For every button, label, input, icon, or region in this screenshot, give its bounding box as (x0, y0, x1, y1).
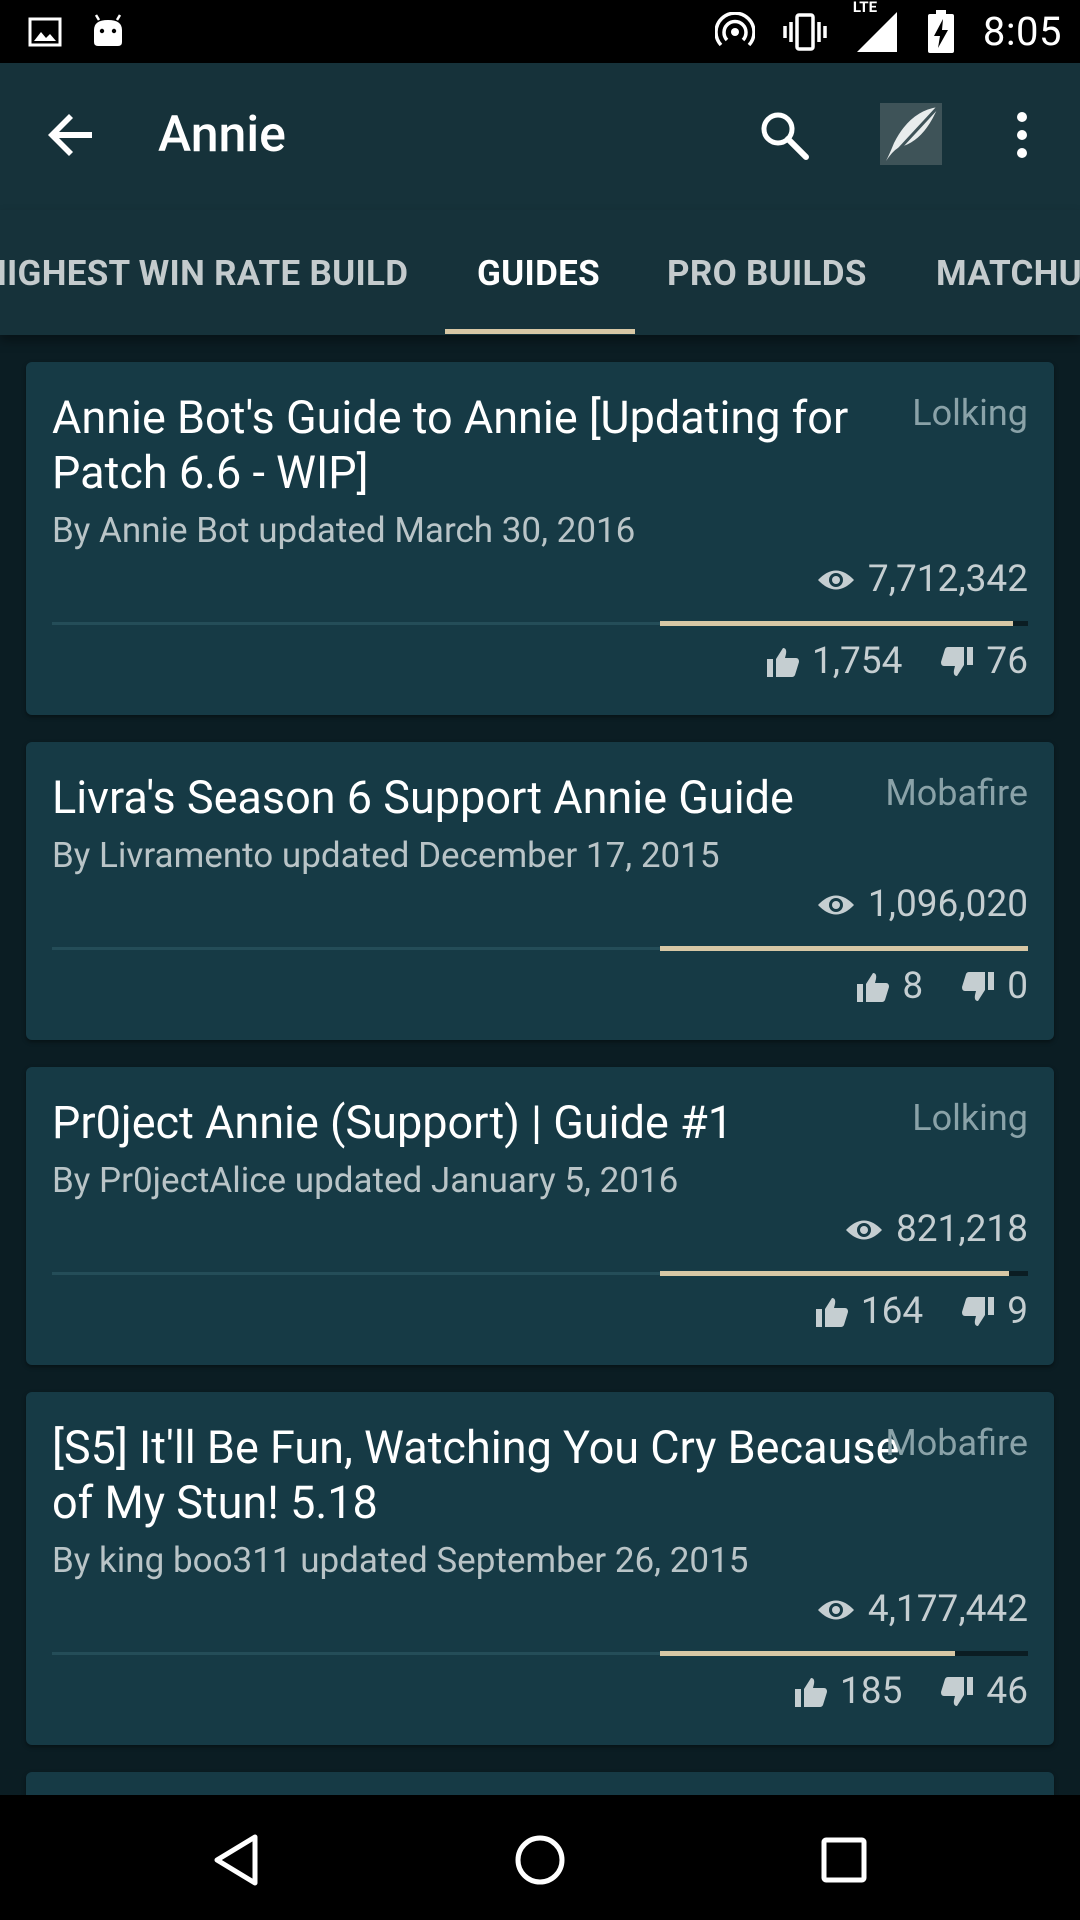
votes: 185 46 (794, 1670, 1028, 1713)
thumbs-up-icon (815, 1296, 849, 1328)
views-value: 4,177,442 (867, 1588, 1028, 1631)
downvote-count: 46 (986, 1670, 1028, 1713)
clock: 8:05 (982, 8, 1062, 55)
views-count: 4,177,442 (816, 1588, 1028, 1631)
downvote-count: 9 (1007, 1290, 1028, 1333)
guide-byline: By Livramento updated December 17, 2015 (52, 835, 720, 876)
views-count: 7,712,342 (816, 558, 1028, 601)
guide-card[interactable] (26, 1772, 1054, 1795)
upvote-count: 8 (902, 965, 924, 1008)
rating-bar (660, 1271, 1028, 1276)
battery-charging-icon (927, 9, 955, 54)
eye-icon (816, 892, 856, 918)
navigation-bar (0, 1795, 1080, 1920)
tab-bar: HIGHEST WIN RATE BUILD GUIDES PRO BUILDS… (0, 210, 1080, 335)
guide-source: Lolking (912, 1097, 1028, 1139)
guide-card[interactable]: Pr0ject Annie (Support) | Guide #1 Lolki… (26, 1067, 1054, 1365)
rating-bar (660, 621, 1028, 626)
guide-card[interactable]: Livra's Season 6 Support Annie Guide Mob… (26, 742, 1054, 1040)
guide-byline: By Annie Bot updated March 30, 2016 (52, 510, 636, 551)
thumbs-up-icon (856, 971, 890, 1003)
nav-home-icon[interactable] (505, 1825, 575, 1895)
thumbs-up-icon (766, 646, 800, 678)
tab-matchups[interactable]: MATCHUPS (936, 210, 1080, 335)
rating-bar (660, 1651, 1028, 1656)
guides-list: Annie Bot's Guide to Annie [Updating for… (0, 335, 1080, 1795)
image-icon (28, 17, 62, 47)
network-type-label: LTE (852, 0, 878, 16)
guide-byline: By king boo311 updated September 26, 201… (52, 1540, 749, 1581)
votes: 8 0 (856, 965, 1028, 1008)
status-bar: LTE 8:05 (0, 0, 1080, 63)
upvote-count: 164 (860, 1290, 924, 1333)
guide-source: Mobafire (885, 772, 1028, 814)
eye-icon (816, 1597, 856, 1623)
tab-guides[interactable]: GUIDES (477, 210, 600, 335)
thumbs-up-icon (794, 1676, 828, 1708)
android-icon (90, 13, 126, 50)
tab-pro-builds[interactable]: PRO BUILDS (667, 210, 867, 335)
downvote-count: 0 (1007, 965, 1028, 1008)
eye-icon (816, 567, 856, 593)
guide-title: Annie Bot's Guide to Annie [Updating for… (52, 391, 849, 499)
views-count: 821,218 (844, 1208, 1028, 1251)
views-count: 1,096,020 (816, 883, 1028, 926)
champion-avatar-icon[interactable] (880, 103, 942, 165)
hotspot-icon (714, 11, 755, 52)
app-bar: Annie (0, 63, 1080, 210)
guide-source: Lolking (912, 392, 1028, 434)
tab-highest-win-rate-build[interactable]: HIGHEST WIN RATE BUILD (0, 210, 408, 335)
thumbs-down-icon (940, 646, 974, 678)
vibrate-icon (783, 12, 827, 52)
search-icon[interactable] (752, 103, 816, 167)
rating-bar (660, 946, 1028, 951)
thumbs-down-icon (940, 1676, 974, 1708)
nav-recents-icon[interactable] (809, 1825, 879, 1895)
upvote-count: 1,754 (811, 640, 903, 683)
tab-indicator (445, 329, 635, 334)
guide-title: Pr0ject Annie (Support) | Guide #1 (52, 1096, 733, 1149)
votes: 164 9 (815, 1290, 1028, 1333)
back-arrow-icon[interactable] (44, 107, 100, 163)
guide-title: [S5] It'll Be Fun, Watching You Cry Beca… (52, 1421, 900, 1529)
views-value: 7,712,342 (867, 558, 1028, 601)
signal-icon: LTE (853, 0, 899, 54)
eye-icon (844, 1217, 884, 1243)
views-value: 821,218 (895, 1208, 1028, 1251)
guide-source: Mobafire (885, 1422, 1028, 1464)
upvote-count: 185 (840, 1670, 903, 1713)
guide-card[interactable]: [S5] It'll Be Fun, Watching You Cry Beca… (26, 1392, 1054, 1745)
votes: 1,754 76 (766, 640, 1028, 683)
views-value: 1,096,020 (867, 883, 1028, 926)
thumbs-down-icon (961, 1296, 995, 1328)
guide-byline: By Pr0jectAlice updated January 5, 2016 (52, 1160, 679, 1201)
downvote-count: 76 (986, 640, 1028, 683)
thumbs-down-icon (961, 971, 995, 1003)
page-title: Annie (158, 106, 286, 164)
nav-back-icon[interactable] (201, 1825, 271, 1895)
more-vert-icon[interactable] (990, 103, 1054, 167)
guide-card[interactable]: Annie Bot's Guide to Annie [Updating for… (26, 362, 1054, 715)
guide-title: Livra's Season 6 Support Annie Guide (52, 771, 794, 824)
